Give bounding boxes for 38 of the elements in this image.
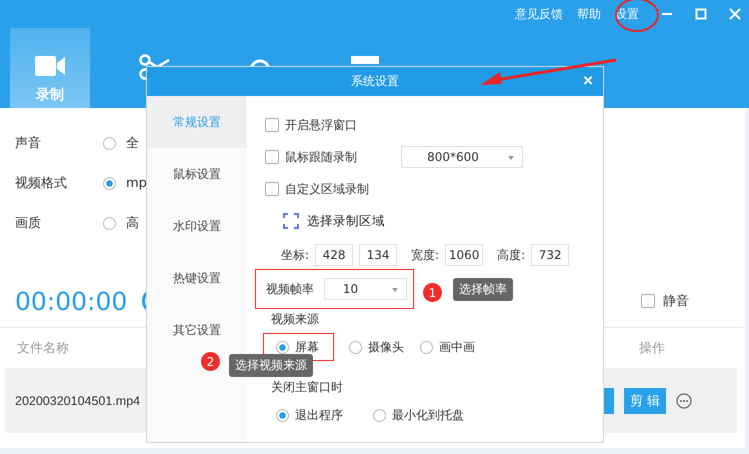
settings-tab[interactable]: 水印设置 xyxy=(147,200,247,252)
mute-label: 静音 xyxy=(663,293,689,310)
radio-label: 摄像头 xyxy=(368,338,404,356)
checkbox-label: 自定义区域录制 xyxy=(285,180,369,198)
section-label: 视频来源 xyxy=(271,310,319,328)
setting-label: 声音 xyxy=(15,135,42,152)
setting-label: 视频格式 xyxy=(15,175,68,192)
area-link[interactable]: 选择录制区域 xyxy=(307,212,385,230)
option-label: mp xyxy=(126,176,147,190)
dialog-title: 系统设置 xyxy=(351,73,399,90)
tooltip: 选择视频来源 xyxy=(229,354,313,377)
input-field[interactable]: 428 xyxy=(315,244,354,266)
column-header: 操作 xyxy=(639,340,665,357)
checkbox-label: 鼠标跟随录制 xyxy=(285,148,357,166)
field-label: 坐标: xyxy=(281,246,310,264)
settings-tab[interactable]: 热键设置 xyxy=(147,252,247,304)
radio-label: 退出程序 xyxy=(295,406,343,424)
timer-text: 00:00:00 xyxy=(15,286,128,316)
field-label: 视频帧率 xyxy=(266,280,314,298)
setting-label: 画质 xyxy=(15,215,42,232)
option-label: 高 xyxy=(126,215,139,232)
option-label: 全 xyxy=(126,135,139,152)
input-field[interactable]: 732 xyxy=(531,244,570,266)
radio-label: 画中画 xyxy=(439,338,475,356)
size-dropdown[interactable]: 800*600 xyxy=(401,146,523,168)
input-field[interactable]: 1060 xyxy=(445,244,484,266)
file-name: 20200320104501.mp4 xyxy=(15,394,140,408)
frame-rate-dropdown[interactable]: 10 xyxy=(324,278,407,300)
column-header: 文件名称 xyxy=(17,340,69,357)
tooltip: 选择帧率 xyxy=(453,278,513,301)
field-label: 高度: xyxy=(497,246,526,264)
radio-label: 最小化到托盘 xyxy=(392,406,464,424)
input-field[interactable]: 134 xyxy=(359,244,398,266)
settings-tab[interactable]: 鼠标设置 xyxy=(147,148,247,200)
section-label: 关闭主窗口时 xyxy=(271,378,343,396)
radio-label: 屏幕 xyxy=(295,338,319,356)
field-label: 宽度: xyxy=(411,246,440,264)
checkbox-label: 开启悬浮窗口 xyxy=(285,116,357,134)
